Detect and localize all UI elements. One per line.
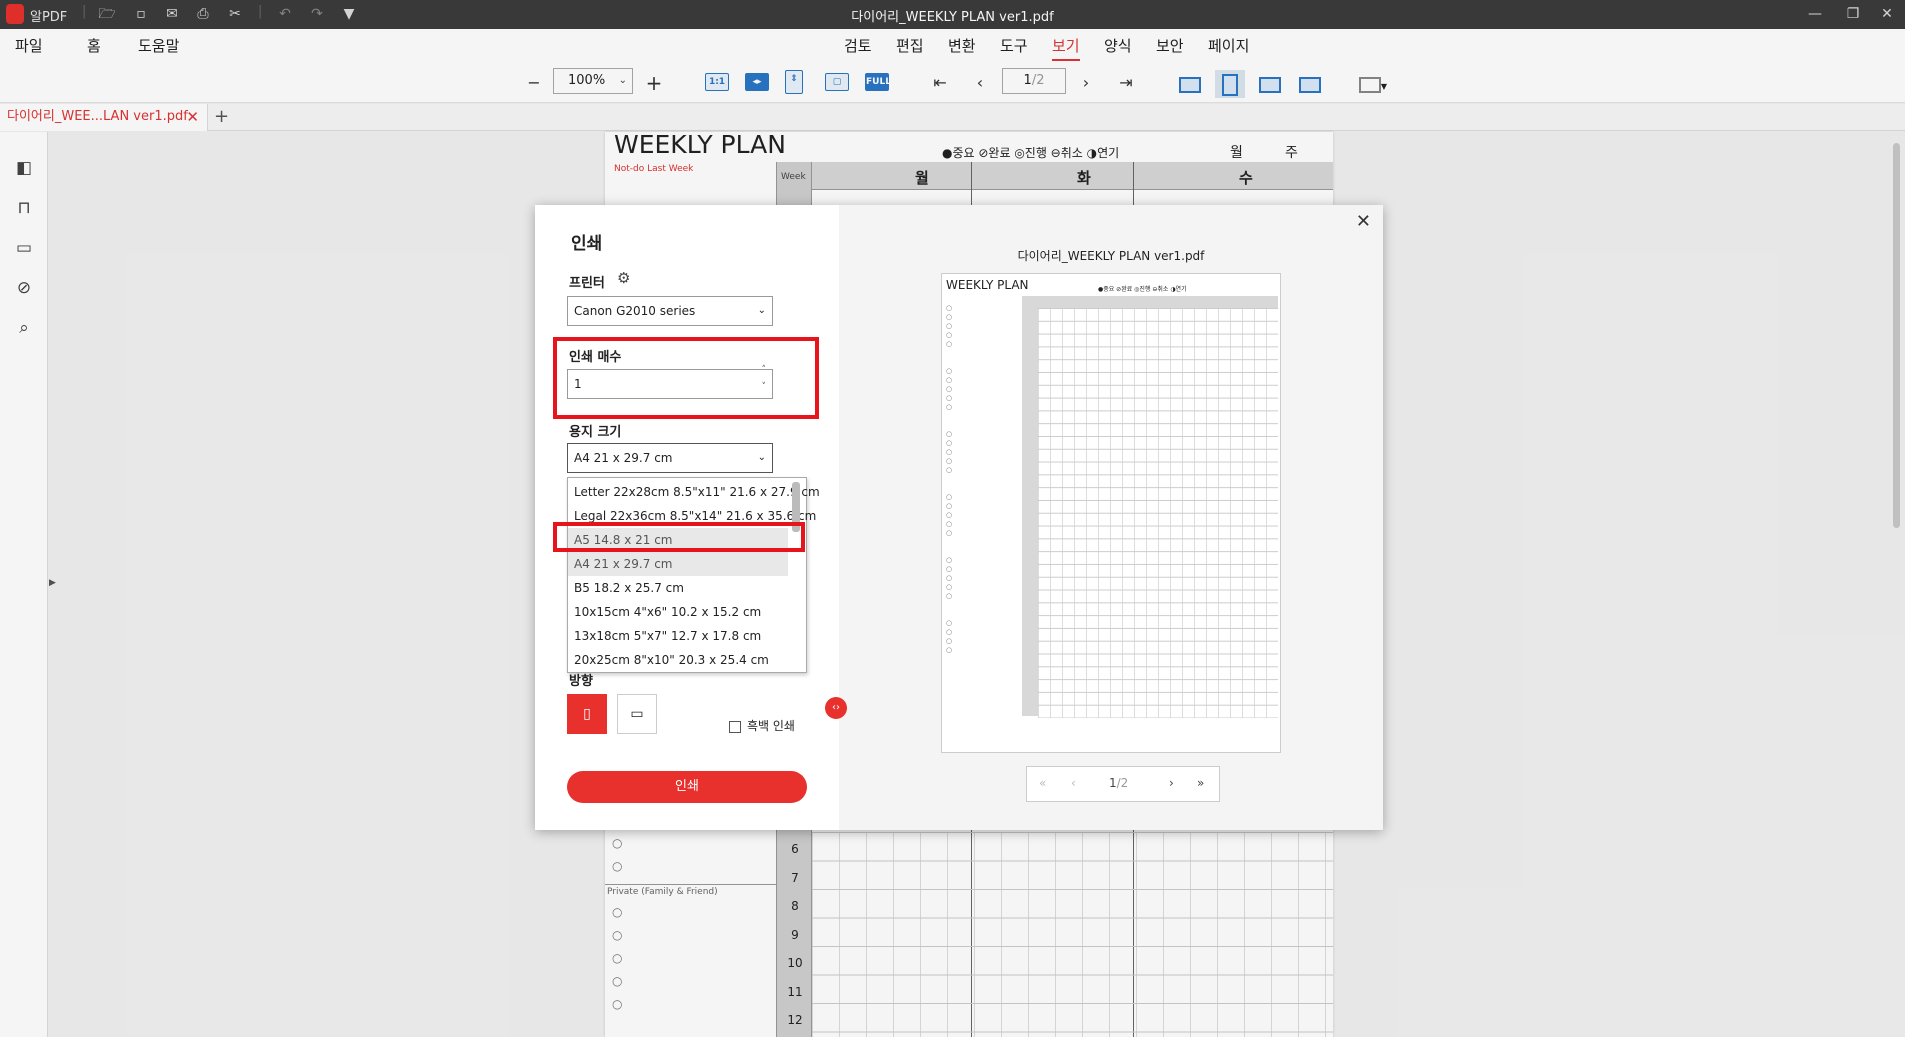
collapse-preview-icon[interactable]: ‹› — [825, 697, 847, 719]
preview-filename: 다이어리_WEEKLY PLAN ver1.pdf — [1017, 249, 1205, 263]
printer-label: 프린터 — [569, 276, 605, 291]
chevron-down-icon: ⌄ — [757, 452, 766, 463]
preview-page-total: /2 — [1116, 776, 1129, 790]
preview-week-column — [1022, 296, 1038, 716]
paper-option-a4-selected[interactable]: A4 21 x 29.7 cm — [568, 552, 788, 576]
preview-page-current: 1 — [1109, 776, 1117, 790]
paper-size-value: A4 21 x 29.7 cm — [574, 451, 673, 465]
paper-option[interactable]: 10x15cm 4"x6" 10.2 x 15.2 cm — [568, 600, 788, 624]
paper-size-dropdown: Letter 22x28cm 8.5"x11" 21.6 x 27.9 cm L… — [567, 477, 820, 673]
print-settings-panel: 인쇄 프린터 ⚙ Canon G2010 series ⌄ 인쇄 매수 1 ˄ … — [535, 205, 839, 830]
printer-settings-gear-icon[interactable]: ⚙ — [617, 269, 630, 287]
preview-circles: ○ ○ ○ ○ ○ ○ ○ ○ ○ ○ ○ ○ ○ ○ ○ ○ ○ ○ ○ ○ ○ ○ ○ ○ ○ ○ ○ ○ ○ — [946, 304, 953, 654]
printer-select[interactable]: Canon G2010 series ⌄ — [567, 296, 773, 326]
stepper-up-icon[interactable]: ˄ — [762, 363, 767, 377]
landscape-button[interactable]: ▭ — [617, 694, 657, 734]
landscape-icon: ▭ — [630, 706, 644, 722]
bw-print-label: 흑백 인쇄 — [747, 719, 795, 733]
paper-option[interactable]: 13x18cm 5"x7" 12.7 x 17.8 cm — [568, 624, 788, 648]
paper-size-select[interactable]: A4 21 x 29.7 cm ⌄ — [567, 443, 773, 473]
copies-stepper[interactable]: 1 ˄ ˅ — [567, 365, 773, 399]
chevron-down-icon: ⌄ — [757, 305, 766, 316]
paper-option[interactable]: 20x25cm 8"x10" 20.3 x 25.4 cm — [568, 648, 788, 672]
bw-print-checkbox[interactable]: 흑백 인쇄 — [729, 717, 795, 734]
preview-doc-legend: ●중요 ⊘완료 ◎진행 ⊖취소 ◑연기 — [1098, 286, 1187, 293]
preview-prev-page-icon[interactable]: ‹ — [1071, 776, 1076, 790]
preview-pagination: « ‹ 1/2 › » — [1026, 766, 1220, 802]
preview-page: WEEKLY PLAN ●중요 ⊘완료 ◎진행 ⊖취소 ◑연기 ○ ○ ○ ○ ○ ○ ○ ○… — [941, 273, 1281, 753]
checkbox-icon — [729, 720, 741, 733]
paper-size-label: 용지 크기 — [569, 425, 622, 440]
stepper-down-icon[interactable]: ˅ — [762, 380, 767, 394]
dialog-title: 인쇄 — [571, 234, 603, 254]
preview-doc-title: WEEKLY PLAN — [946, 278, 1029, 292]
close-dialog-icon[interactable]: ✕ — [1356, 211, 1371, 232]
preview-header-row — [1022, 296, 1278, 308]
copies-label: 인쇄 매수 — [569, 350, 622, 365]
print-button[interactable]: 인쇄 — [567, 771, 807, 803]
copies-value: 1 — [574, 377, 582, 391]
print-preview-panel: ✕ 다이어리_WEEKLY PLAN ver1.pdf WEEKLY PLAN … — [839, 205, 1383, 830]
highlight-a5-option — [553, 522, 805, 552]
orientation-label: 방향 — [569, 674, 593, 689]
preview-last-page-icon[interactable]: » — [1197, 776, 1204, 790]
portrait-icon: ▯ — [583, 706, 591, 722]
print-dialog: 인쇄 프린터 ⚙ Canon G2010 series ⌄ 인쇄 매수 1 ˄ … — [535, 205, 1383, 830]
preview-first-page-icon[interactable]: « — [1039, 776, 1046, 790]
preview-grid — [1038, 308, 1278, 718]
preview-next-page-icon[interactable]: › — [1169, 776, 1174, 790]
printer-value: Canon G2010 series — [574, 304, 696, 318]
portrait-button[interactable]: ▯ — [567, 694, 607, 734]
paper-option[interactable]: B5 18.2 x 25.7 cm — [568, 576, 788, 600]
preview-page-number: 1/2 — [1109, 776, 1128, 790]
paper-option[interactable]: Letter 22x28cm 8.5"x11" 21.6 x 27.9 cm — [568, 480, 820, 504]
